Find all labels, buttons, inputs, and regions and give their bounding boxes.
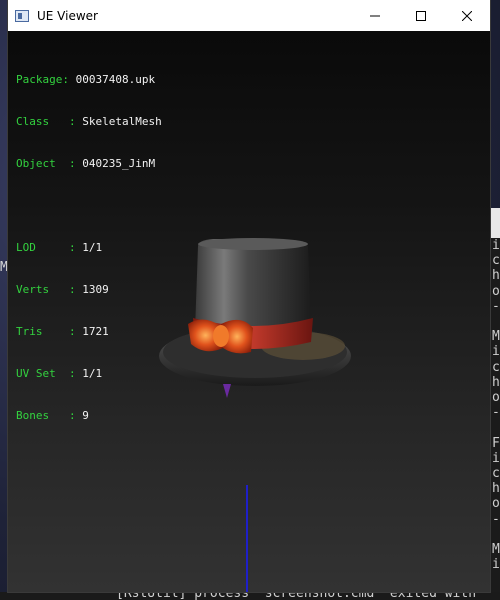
info-row-bones: Bones : 9 [16, 409, 89, 422]
top-hat-mesh [159, 238, 351, 398]
mesh-info-panel: Package: 00037408.upk Class : SkeletalMe… [16, 45, 162, 451]
background-console-line: c [492, 253, 500, 269]
info-row-lod: LOD : 1/1 [16, 241, 103, 254]
background-console-line: h [492, 374, 500, 390]
background-console-line: F [492, 435, 500, 451]
background-console-line [492, 527, 500, 542]
info-row-object: Object : 040235_JinM [16, 157, 156, 170]
background-console-line: - [492, 298, 500, 314]
title-bar[interactable]: UE Viewer [8, 0, 490, 31]
3d-viewport[interactable]: Package: 00037408.upk Class : SkeletalMe… [8, 31, 490, 592]
app-icon [15, 9, 29, 22]
background-text-fragment: M [0, 260, 8, 275]
info-row-uvset: UV Set : 1/1 [16, 367, 103, 380]
background-console-line: M [492, 542, 500, 558]
minimize-icon [370, 15, 380, 16]
background-console-line: - [492, 405, 500, 421]
background-console-line [492, 314, 500, 329]
info-row-tris: Tris : 1721 [16, 325, 109, 338]
background-console-line: o [492, 283, 500, 299]
background-console-bottom-text: [RstUtil] process "screenshot.cmd" exite… [116, 592, 477, 600]
info-row-class: Class : SkeletalMesh [16, 115, 162, 128]
background-console-line: o [492, 496, 500, 512]
background-console-scrollbar [490, 208, 500, 238]
background-console-line: h [492, 268, 500, 284]
maximize-button[interactable] [398, 0, 444, 31]
background-console-line: M [492, 329, 500, 345]
ue-viewer-window: UE Viewer Package: 00037408.upk Class: … [8, 0, 490, 592]
background-console-line: i [492, 344, 500, 360]
background-console-line: i [492, 450, 500, 466]
minimize-button[interactable] [352, 0, 398, 31]
background-console-line: i [492, 557, 500, 573]
maximize-icon [416, 10, 426, 21]
background-console-line: o [492, 390, 500, 406]
close-icon [462, 10, 472, 21]
close-button[interactable] [444, 0, 490, 31]
window-controls [352, 0, 490, 31]
background-console-line: c [492, 466, 500, 482]
background-console-line: c [492, 359, 500, 375]
window-title: UE Viewer [37, 8, 98, 23]
background-console-line: - [492, 511, 500, 527]
background-console-window: icho- Micho- Ficho- Mi [490, 208, 500, 600]
background-console-line [492, 420, 500, 435]
background-console-bottom: [RstUtil] process "screenshot.cmd" exite… [0, 592, 500, 600]
info-row-verts: Verts : 1309 [16, 283, 109, 296]
axis-indicator [246, 485, 248, 592]
background-console-line: h [492, 481, 500, 497]
background-console-line: i [492, 238, 500, 253]
info-row-package: Package: 00037408.upk [16, 73, 156, 86]
background-console-lines: icho- Micho- Ficho- Mi [492, 238, 500, 572]
